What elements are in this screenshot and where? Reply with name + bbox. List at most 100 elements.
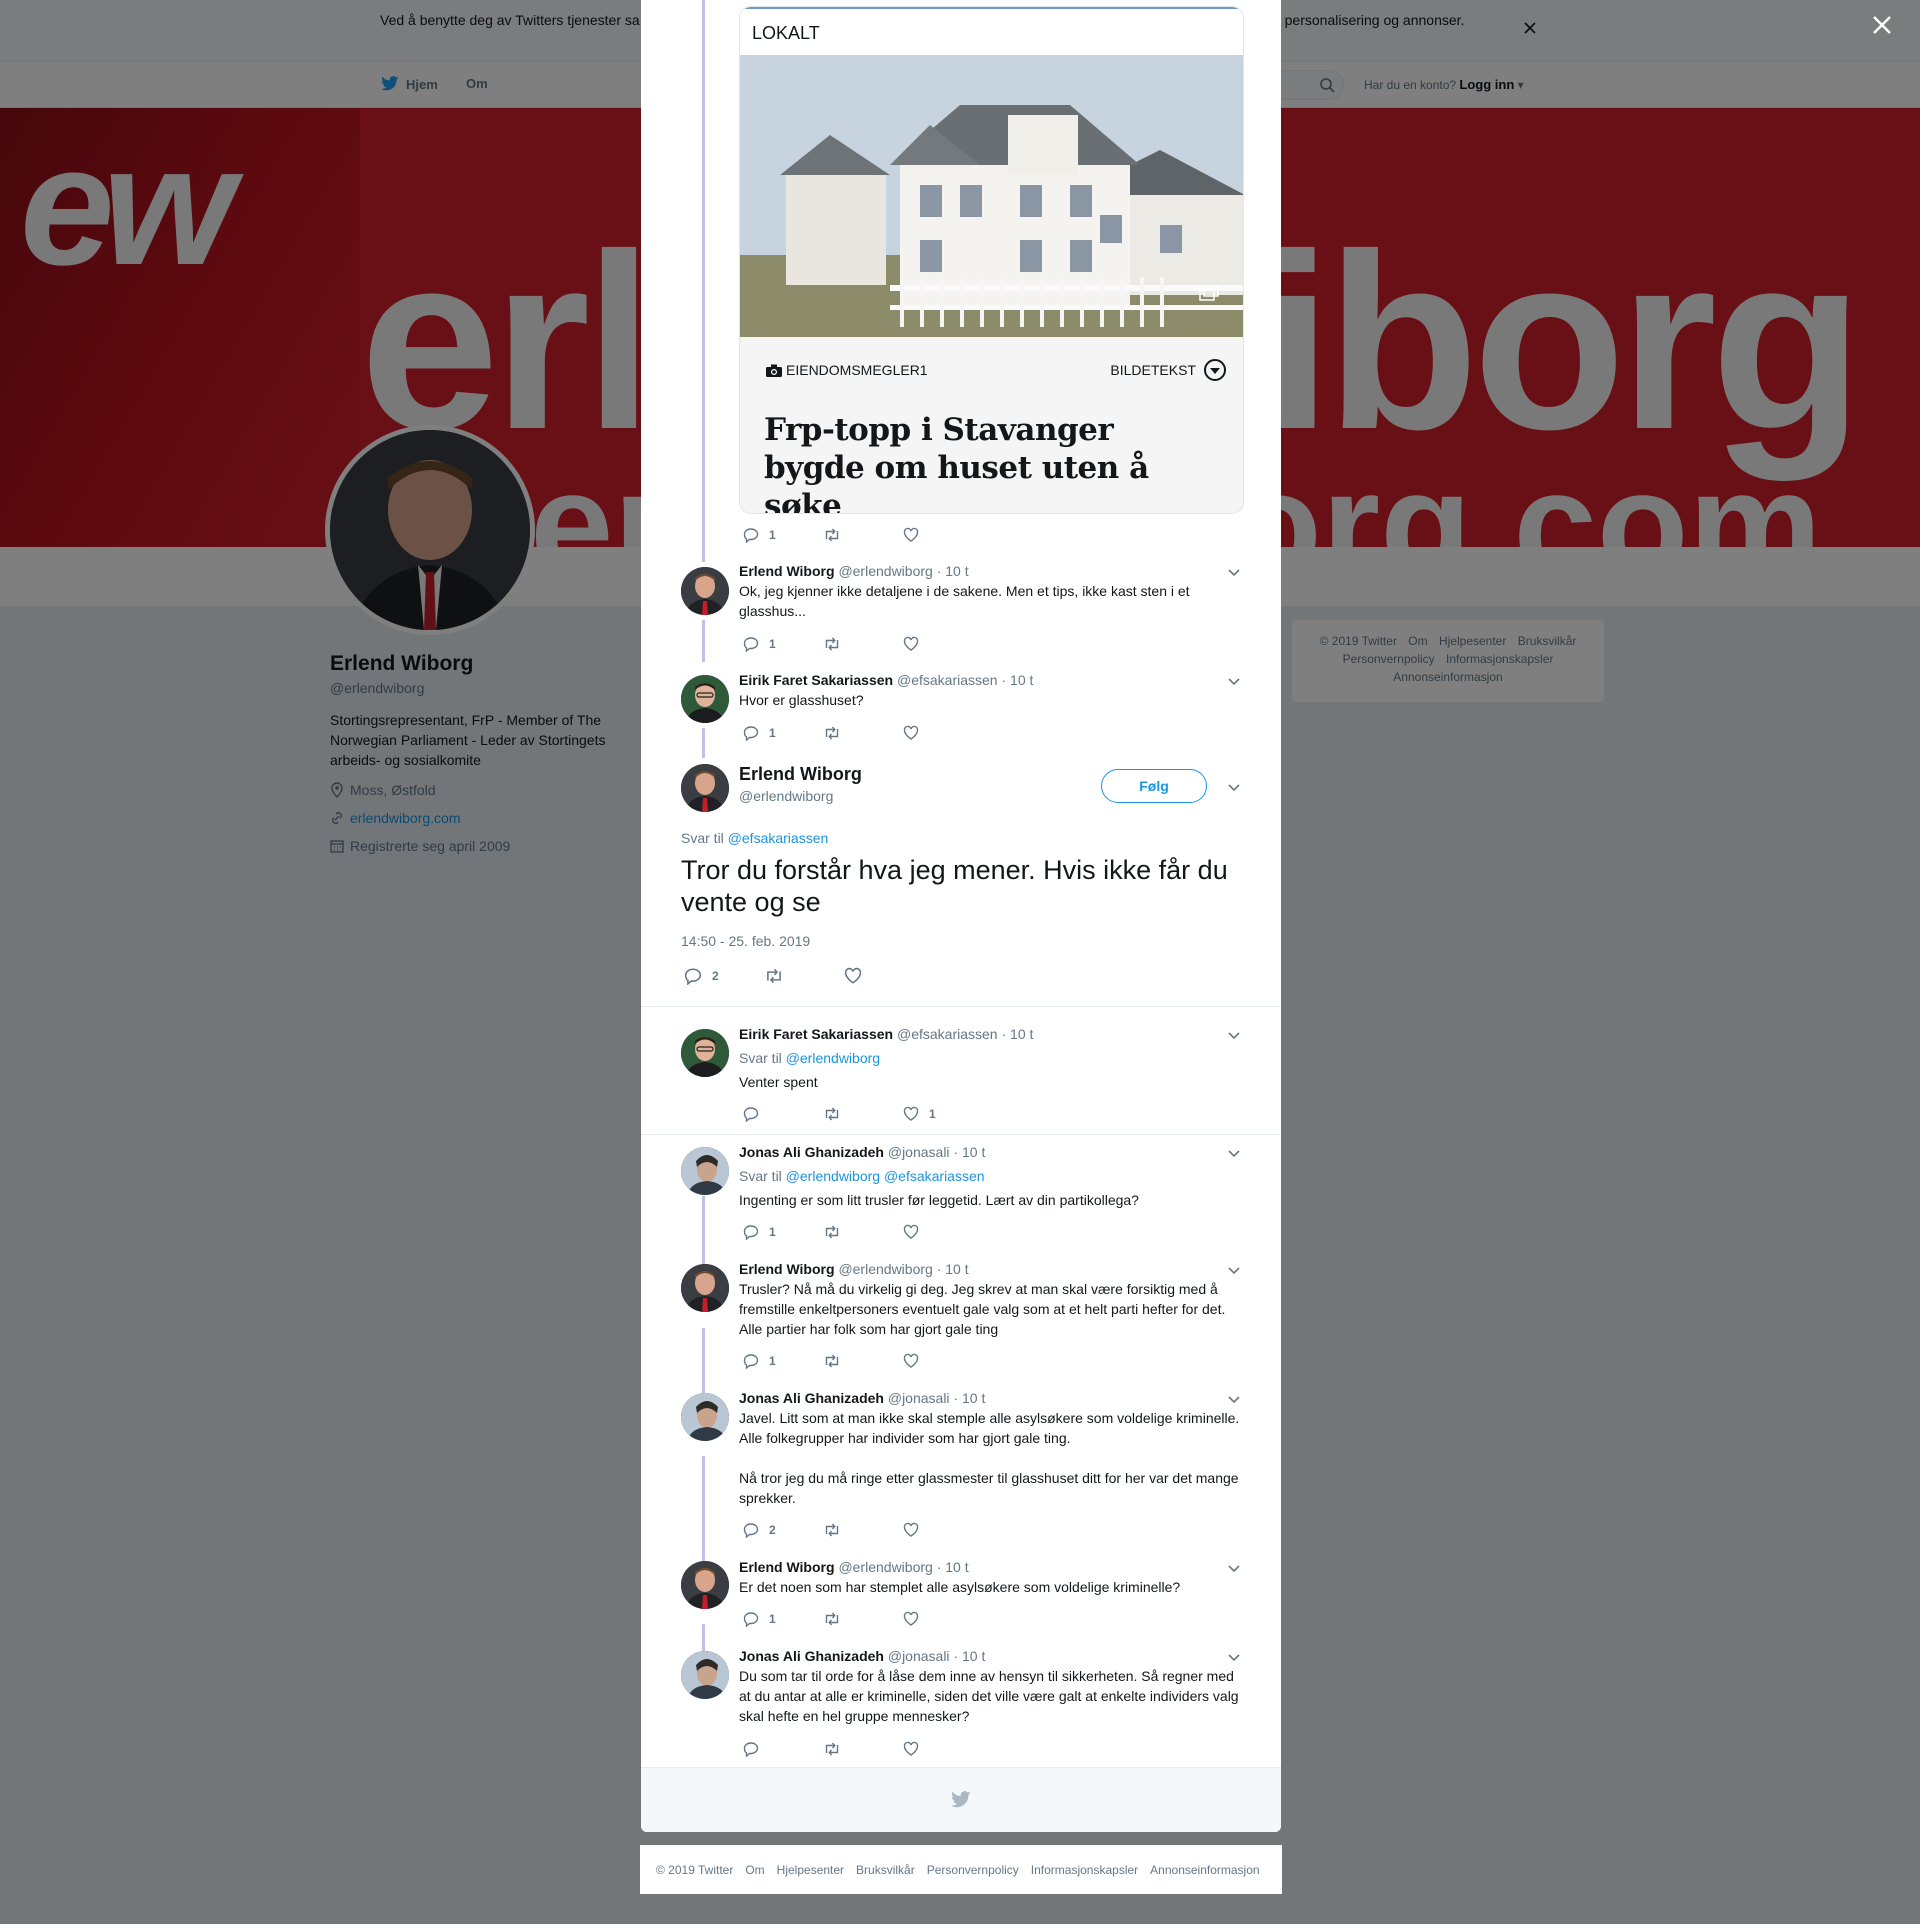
reply-action[interactable]: 1 <box>743 1353 823 1369</box>
main-tweet-timestamp[interactable]: 14:50 - 25. feb. 2019 <box>681 933 810 949</box>
retweet-action[interactable] <box>823 527 903 543</box>
chevron-down-icon[interactable] <box>1226 1649 1242 1665</box>
like-action[interactable] <box>903 527 983 543</box>
caption-toggle[interactable]: BILDETEKST <box>1110 359 1226 381</box>
chevron-down-icon[interactable] <box>1226 673 1242 689</box>
like-action[interactable] <box>903 636 983 652</box>
retweet-action[interactable] <box>823 636 903 652</box>
avatar[interactable] <box>681 764 729 812</box>
follow-button[interactable]: Følg <box>1101 769 1207 803</box>
like-action[interactable] <box>903 1224 983 1240</box>
author-name[interactable]: Erlend Wiborg <box>739 1261 835 1277</box>
retweet-action[interactable] <box>823 1522 903 1538</box>
author-handle[interactable]: @jonasali <box>888 1648 950 1664</box>
chevron-down-icon[interactable] <box>1226 1560 1242 1576</box>
like-action[interactable] <box>844 967 924 985</box>
avatar[interactable] <box>681 1393 729 1441</box>
chevron-down-icon[interactable] <box>1226 779 1242 795</box>
card-headline[interactable]: Frp-topp i Stavanger bygde om huset uten… <box>764 411 1214 513</box>
heart-icon <box>844 967 862 984</box>
author-handle[interactable]: @jonasali <box>888 1144 950 1160</box>
reply-action[interactable]: 1 <box>743 1611 823 1627</box>
like-action[interactable]: 1 <box>903 1106 983 1122</box>
tweet-time[interactable]: · 10 t <box>937 1261 969 1277</box>
reply-action[interactable]: 1 <box>743 527 823 543</box>
author-name[interactable]: Jonas Ali Ghanizadeh <box>739 1144 884 1160</box>
close-icon[interactable] <box>1872 10 1892 42</box>
retweet-action[interactable] <box>823 1353 903 1369</box>
avatar[interactable] <box>681 1029 729 1077</box>
reply-action[interactable]: 1 <box>743 725 823 741</box>
tweet-time[interactable]: · 10 t <box>937 563 969 579</box>
like-action[interactable] <box>903 1611 983 1627</box>
tweet-time[interactable]: · 10 t <box>953 1144 985 1160</box>
author-handle[interactable]: @jonasali <box>888 1390 950 1406</box>
link-card[interactable]: LOKALT EIENDOMSMEGLER1 BILDETEKST Frp-to… <box>739 6 1244 514</box>
reply-action[interactable]: 1 <box>743 636 823 652</box>
reply-to-link[interactable]: @erlendwiborg <box>786 1168 880 1184</box>
footer-privacy[interactable]: Personvernpolicy <box>927 1863 1019 1877</box>
author-handle[interactable]: @erlendwiborg <box>838 563 932 579</box>
author-name[interactable]: Eirik Faret Sakariassen <box>739 1026 893 1042</box>
reply-to-link[interactable]: @efsakariassen <box>884 1168 985 1184</box>
chevron-down-icon[interactable] <box>1226 564 1242 580</box>
footer-about[interactable]: Om <box>745 1863 764 1877</box>
author-handle[interactable]: @efsakariassen <box>897 1026 998 1042</box>
avatar[interactable] <box>681 675 729 723</box>
main-author-name[interactable]: Erlend Wiborg <box>739 764 862 785</box>
author-name[interactable]: Eirik Faret Sakariassen <box>739 672 893 688</box>
reply-action[interactable]: 2 <box>684 967 764 985</box>
retweet-action[interactable] <box>823 725 903 741</box>
camera-icon <box>766 364 782 377</box>
chevron-down-icon[interactable] <box>1226 1391 1242 1407</box>
tweet-time[interactable]: · 10 t <box>937 1559 969 1575</box>
retweet-action[interactable] <box>823 1741 903 1757</box>
footer-ads[interactable]: Annonseinformasjon <box>1150 1863 1259 1877</box>
tweet-time[interactable]: · 10 t <box>953 1390 985 1406</box>
reply-action[interactable] <box>743 1106 823 1122</box>
reply-action[interactable]: 2 <box>743 1522 823 1538</box>
main-author-handle[interactable]: @erlendwiborg <box>739 788 833 804</box>
footer-copyright: © 2019 Twitter <box>656 1862 734 1877</box>
tweet-time[interactable]: · 10 t <box>1001 672 1033 688</box>
reply-to-link[interactable]: @efsakariassen <box>728 830 829 846</box>
author-name[interactable]: Erlend Wiborg <box>739 563 835 579</box>
like-action[interactable] <box>903 1522 983 1538</box>
author-name[interactable]: Jonas Ali Ghanizadeh <box>739 1390 884 1406</box>
reply-action[interactable]: 1 <box>743 1224 823 1240</box>
reply-icon <box>743 1225 759 1240</box>
like-action[interactable] <box>903 1741 983 1757</box>
chevron-down-icon[interactable] <box>1226 1145 1242 1161</box>
retweet-action[interactable] <box>823 1106 903 1122</box>
tweet-text: Javel. Litt som at man ikke skal stemple… <box>739 1410 1240 1446</box>
retweet-icon <box>825 637 839 651</box>
avatar[interactable] <box>681 567 729 615</box>
retweet-action[interactable] <box>823 1224 903 1240</box>
footer-help[interactable]: Hjelpesenter <box>777 1863 844 1877</box>
retweet-icon <box>825 726 839 740</box>
chevron-down-icon[interactable] <box>1226 1027 1242 1043</box>
retweet-action[interactable] <box>823 1611 903 1627</box>
author-name[interactable]: Erlend Wiborg <box>739 1559 835 1575</box>
avatar[interactable] <box>681 1264 729 1312</box>
tweet-header: Jonas Ali Ghanizadeh @jonasali · 10 t <box>739 1144 1239 1160</box>
footer-cookies[interactable]: Informasjonskapsler <box>1031 1863 1138 1877</box>
reply-to-link[interactable]: @erlendwiborg <box>786 1050 880 1066</box>
retweet-icon <box>825 1742 839 1756</box>
author-handle[interactable]: @erlendwiborg <box>838 1559 932 1575</box>
retweet-action[interactable] <box>764 967 844 985</box>
like-action[interactable] <box>903 1353 983 1369</box>
author-handle[interactable]: @erlendwiborg <box>838 1261 932 1277</box>
like-action[interactable] <box>903 725 983 741</box>
photo-credit-row: EIENDOMSMEGLER1 BILDETEKST <box>766 359 1226 381</box>
avatar[interactable] <box>681 1561 729 1609</box>
avatar[interactable] <box>681 1651 729 1699</box>
author-name[interactable]: Jonas Ali Ghanizadeh <box>739 1648 884 1664</box>
avatar[interactable] <box>681 1147 729 1195</box>
footer-terms[interactable]: Bruksvilkår <box>856 1863 915 1877</box>
author-handle[interactable]: @efsakariassen <box>897 672 998 688</box>
tweet-time[interactable]: · 10 t <box>953 1648 985 1664</box>
reply-action[interactable] <box>743 1741 823 1757</box>
tweet-time[interactable]: · 10 t <box>1001 1026 1033 1042</box>
chevron-down-icon[interactable] <box>1226 1262 1242 1278</box>
